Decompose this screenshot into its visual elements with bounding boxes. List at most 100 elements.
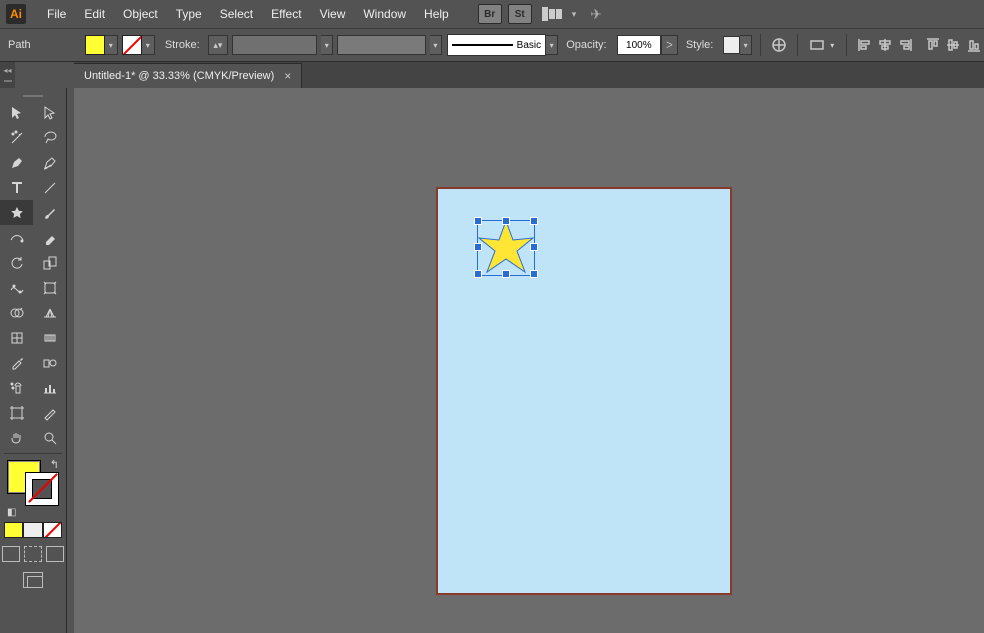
type-tool[interactable] (0, 175, 33, 200)
hand-tool[interactable] (0, 425, 33, 450)
brush-preview-chevron-icon[interactable]: ▾ (546, 35, 558, 55)
style-chevron-icon[interactable]: ▾ (740, 35, 752, 55)
artboard-tool[interactable] (0, 400, 33, 425)
mesh-tool[interactable] (0, 325, 33, 350)
eraser-tool[interactable] (33, 225, 66, 250)
rotate-tool[interactable] (0, 250, 33, 275)
opacity-input[interactable]: 100% (617, 35, 661, 55)
brush-definition-dropdown[interactable] (337, 35, 426, 55)
column-graph-tool[interactable] (33, 375, 66, 400)
recolor-artwork-button[interactable] (769, 34, 789, 56)
align-left-button[interactable] (855, 34, 875, 56)
screen-mode-button[interactable] (23, 572, 43, 588)
menu-effect[interactable]: Effect (262, 0, 310, 28)
menu-edit[interactable]: Edit (75, 0, 114, 28)
brush-name-label: Basic (517, 40, 541, 51)
align-bottom-button[interactable] (964, 34, 984, 56)
variable-width-profile-dropdown[interactable] (232, 35, 317, 55)
opacity-chevron-icon[interactable]: ᐳ (661, 35, 678, 55)
selection-tool[interactable] (0, 100, 33, 125)
symbol-sprayer-tool[interactable] (0, 375, 33, 400)
blend-tool[interactable] (33, 350, 66, 375)
arrange-documents-button[interactable] (542, 6, 568, 22)
shaper-tool[interactable] (0, 225, 33, 250)
document-tab-bar: Untitled-1* @ 33.33% (CMYK/Preview) × (74, 61, 984, 88)
default-fill-stroke-icon[interactable]: ◧ (7, 507, 16, 518)
free-transform-tool[interactable] (33, 275, 66, 300)
align-top-button[interactable] (923, 34, 943, 56)
fill-stroke-indicator[interactable]: ↰ ◧ (7, 460, 59, 506)
menu-view[interactable]: View (311, 0, 355, 28)
zoom-tool[interactable] (33, 425, 66, 450)
color-mode-gradient[interactable] (23, 522, 42, 538)
menubar: Ai File Edit Object Type Select Effect V… (0, 0, 984, 29)
draw-normal-button[interactable] (2, 546, 20, 562)
menu-window[interactable]: Window (354, 0, 415, 28)
document-tab[interactable]: Untitled-1* @ 33.33% (CMYK/Preview) × (74, 63, 302, 88)
graphic-style-swatch[interactable] (723, 36, 740, 54)
width-tool[interactable] (0, 275, 33, 300)
panel-collapse-handle[interactable]: ◂◂ (0, 61, 15, 88)
arrange-documents-chevron-icon[interactable]: ▾ (572, 9, 577, 20)
brush-preview[interactable]: Basic (447, 34, 546, 56)
stroke-dropdown-icon[interactable]: ▾ (142, 35, 155, 55)
align-vcenter-button[interactable] (943, 34, 963, 56)
gpu-performance-icon[interactable]: ✈ (590, 6, 602, 23)
brush-definition-chevron-icon[interactable]: ▾ (430, 35, 442, 55)
swap-fill-stroke-icon[interactable]: ↰ (50, 458, 59, 471)
stroke-color-icon (122, 35, 142, 55)
align-to-chevron-icon[interactable]: ▾ (827, 36, 838, 54)
canvas[interactable] (74, 88, 984, 633)
tools-panel: ↰ ◧ (0, 88, 67, 633)
menu-help[interactable]: Help (415, 0, 458, 28)
fill-dropdown-icon[interactable]: ▾ (105, 35, 118, 55)
draw-inside-button[interactable] (46, 546, 64, 562)
selection-bounding-box[interactable] (477, 220, 535, 276)
draw-behind-button[interactable] (24, 546, 42, 562)
align-hcenter-button[interactable] (875, 34, 895, 56)
scale-tool[interactable] (33, 250, 66, 275)
selection-handle-n[interactable] (502, 217, 510, 225)
lasso-tool[interactable] (33, 125, 66, 150)
line-segment-tool[interactable] (33, 175, 66, 200)
artboard[interactable] (436, 187, 732, 595)
paintbrush-tool[interactable] (33, 200, 66, 225)
curvature-tool[interactable] (33, 150, 66, 175)
fill-swatch[interactable]: ▾ (85, 35, 118, 55)
selection-handle-ne[interactable] (530, 217, 538, 225)
selection-handle-s[interactable] (502, 270, 510, 278)
menu-type[interactable]: Type (167, 0, 211, 28)
pen-tool[interactable] (0, 150, 33, 175)
eyedropper-tool[interactable] (0, 350, 33, 375)
menu-object[interactable]: Object (114, 0, 167, 28)
bridge-button[interactable]: Br (478, 4, 502, 24)
perspective-grid-tool[interactable] (33, 300, 66, 325)
selection-handle-sw[interactable] (474, 270, 482, 278)
shape-builder-tool[interactable] (0, 300, 33, 325)
opacity-label: Opacity: (566, 39, 606, 51)
selection-handle-nw[interactable] (474, 217, 482, 225)
align-right-button[interactable] (895, 34, 915, 56)
direct-selection-tool[interactable] (33, 100, 66, 125)
selection-handle-w[interactable] (474, 243, 482, 251)
stroke-indicator[interactable] (25, 472, 59, 506)
menu-file[interactable]: File (38, 0, 75, 28)
menu-select[interactable]: Select (211, 0, 262, 28)
stroke-swatch[interactable]: ▾ (122, 35, 155, 55)
stock-button[interactable]: St (508, 4, 532, 24)
selection-handle-se[interactable] (530, 270, 538, 278)
color-mode-color[interactable] (4, 522, 23, 538)
star-shape[interactable] (475, 218, 537, 278)
gradient-tool[interactable] (33, 325, 66, 350)
slice-tool[interactable] (33, 400, 66, 425)
selection-kind-label: Path (8, 39, 31, 51)
tools-panel-grip[interactable] (0, 92, 66, 100)
color-mode-none[interactable] (43, 522, 62, 538)
variable-width-chevron-icon[interactable]: ▾ (321, 35, 333, 55)
align-to-button[interactable] (806, 34, 826, 56)
selection-handle-e[interactable] (530, 243, 538, 251)
stroke-weight-stepper[interactable]: ▴▾ (208, 35, 228, 55)
star-tool[interactable] (0, 200, 33, 225)
magic-wand-tool[interactable] (0, 125, 33, 150)
tab-close-button[interactable]: × (284, 69, 291, 83)
